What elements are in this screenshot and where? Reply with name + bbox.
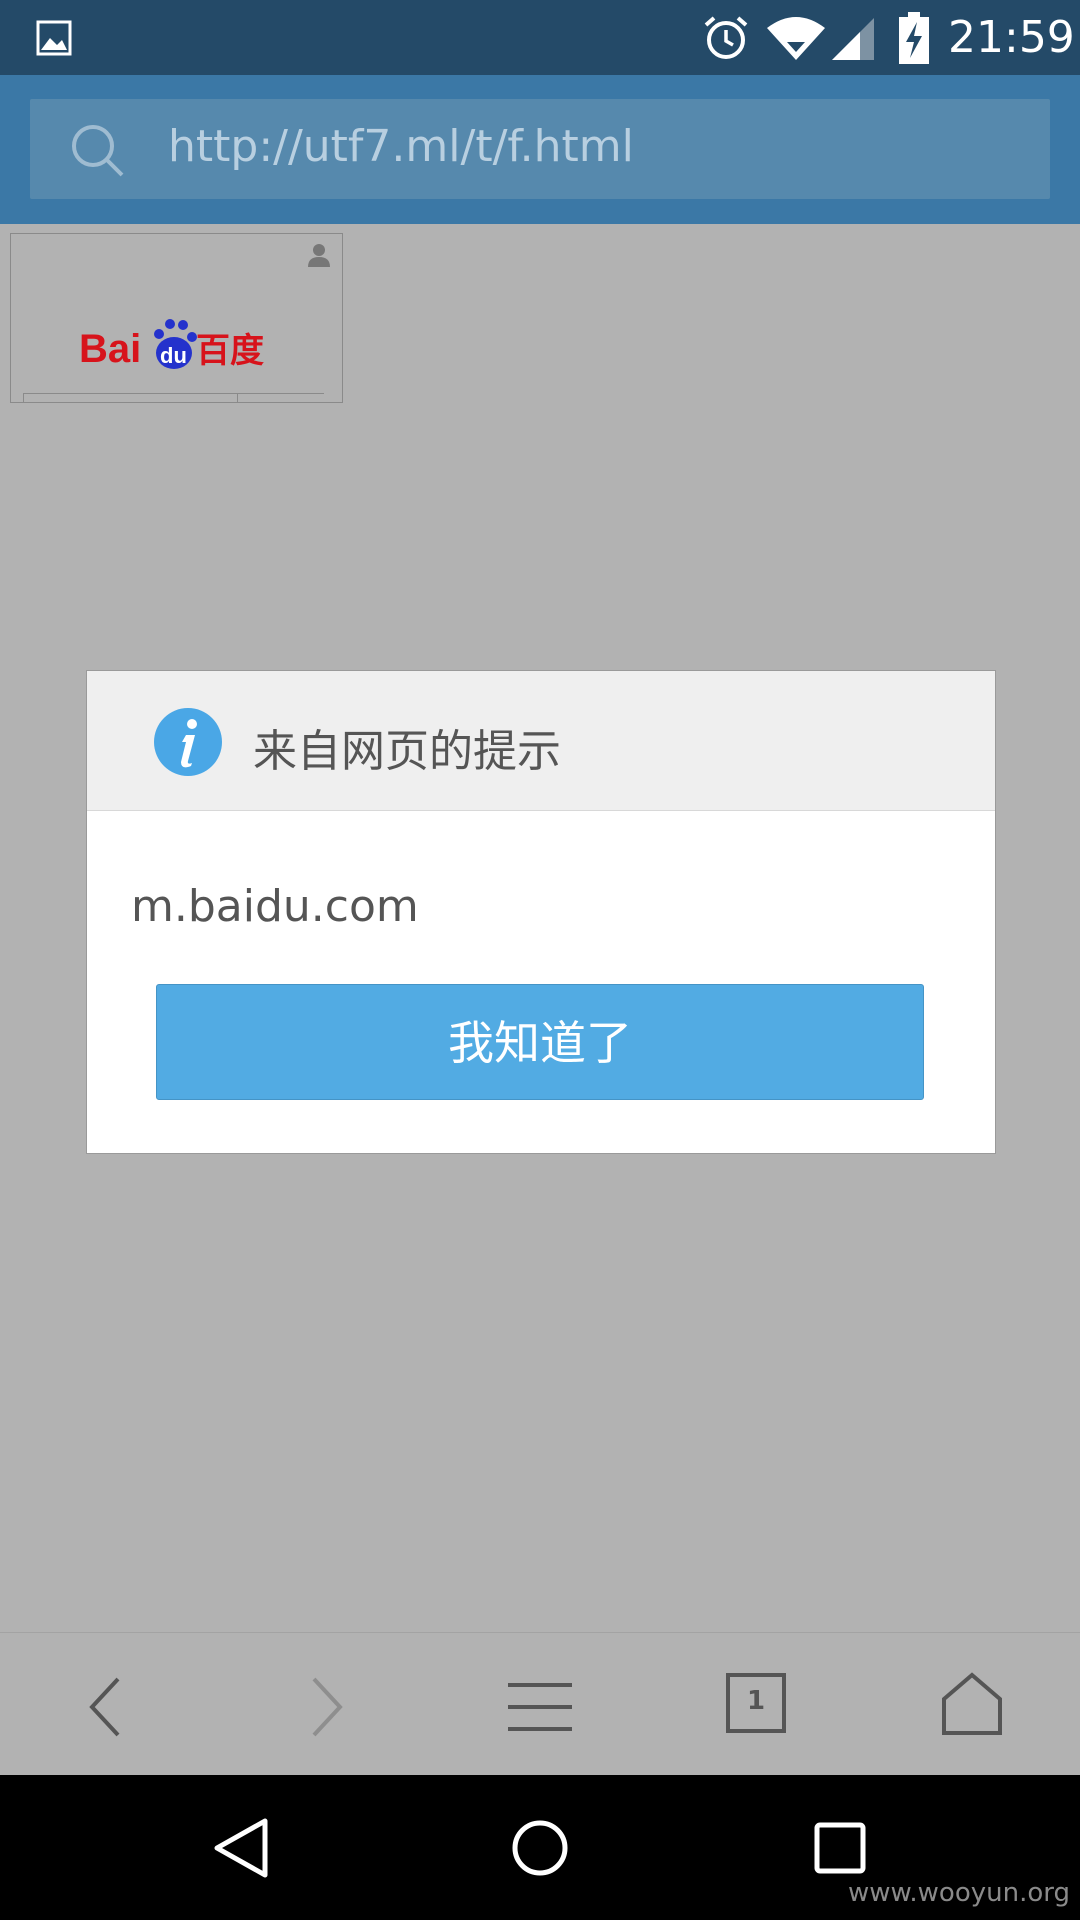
url-input[interactable]: http://utf7.ml/t/f.html (30, 99, 1050, 199)
dialog-message: m.baidu.com (131, 881, 419, 932)
svg-text:百度: 百度 (196, 331, 264, 371)
watermark: www.wooyun.org (847, 1878, 1070, 1908)
nav-recents-icon[interactable] (805, 1813, 875, 1883)
dialog-header: 来自网页的提示 (87, 671, 995, 811)
alarm-icon (704, 16, 748, 59)
svg-text:Bai: Bai (79, 327, 141, 371)
image-icon (36, 20, 72, 56)
status-bar: 21:59 (0, 0, 1080, 75)
baidu-logo: Bai du 百度 (79, 319, 264, 371)
ok-button[interactable]: 我知道了 (156, 984, 924, 1100)
forward-icon[interactable] (288, 1671, 360, 1743)
home-icon[interactable] (936, 1671, 1008, 1743)
battery-charging-icon (899, 12, 929, 64)
nav-home-icon[interactable] (505, 1813, 575, 1883)
dialog-title: 来自网页的提示 (253, 726, 561, 777)
menu-icon[interactable] (504, 1671, 576, 1743)
clock: 21:59 (948, 12, 1075, 63)
search-icon (72, 125, 124, 177)
url-text: http://utf7.ml/t/f.html (168, 121, 634, 172)
browser-toolbar: 1 (0, 1632, 1080, 1776)
system-navigation-bar: www.wooyun.org (0, 1775, 1080, 1920)
signal-icon (832, 18, 874, 60)
user-icon[interactable] (306, 242, 332, 268)
tabs-button[interactable]: 1 (720, 1671, 792, 1743)
browser-address-bar: http://utf7.ml/t/f.html (0, 75, 1080, 224)
wifi-icon (767, 17, 825, 60)
webpage-content: Bai du 百度 (10, 233, 343, 403)
info-icon (154, 708, 222, 776)
search-box[interactable] (23, 393, 324, 402)
back-icon[interactable] (72, 1671, 144, 1743)
nav-back-icon[interactable] (205, 1813, 275, 1883)
search-button[interactable] (237, 394, 324, 402)
alert-dialog: 来自网页的提示 m.baidu.com 我知道了 (86, 670, 996, 1154)
tab-count: 1 (746, 1686, 766, 1716)
svg-text:du: du (160, 343, 187, 368)
